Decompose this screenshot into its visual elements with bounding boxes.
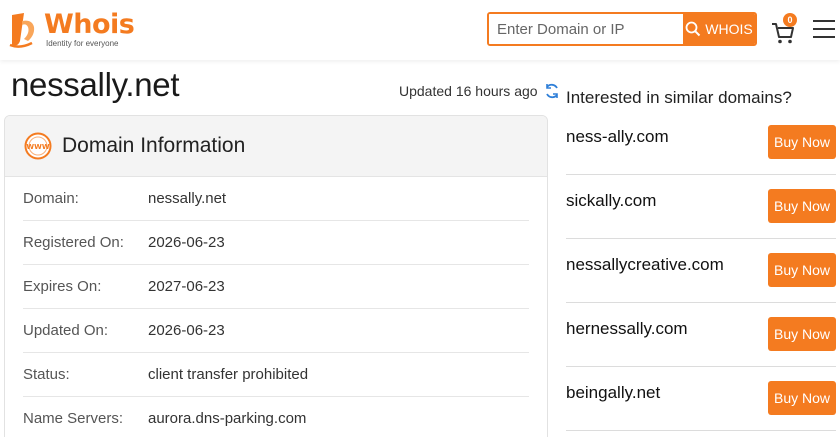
suggestion-domain[interactable]: sickally.com	[566, 191, 656, 211]
buy-now-button[interactable]: Buy Now	[768, 189, 836, 223]
logo-tagline: Identity for everyone	[46, 39, 119, 48]
suggestion-item: beingally.net Buy Now	[566, 367, 836, 431]
page-title: nessally.net	[11, 66, 180, 103]
cart-button[interactable]: 0	[770, 13, 800, 46]
search-bar: WHOIS	[487, 12, 757, 46]
suggestion-domain[interactable]: ness-ally.com	[566, 127, 669, 147]
suggestion-item: hernessally.com Buy Now	[566, 303, 836, 367]
info-label: Expires On:	[23, 278, 102, 295]
info-label: Name Servers:	[23, 410, 124, 427]
refresh-icon[interactable]	[544, 82, 560, 100]
updated-status: Updated 16 hours ago	[399, 82, 560, 100]
info-value: client transfer prohibited	[148, 366, 309, 383]
info-row-registered: Registered On: 2026-06-23	[23, 221, 529, 265]
suggestion-domain[interactable]: hernessally.com	[566, 319, 688, 339]
buy-now-button[interactable]: Buy Now	[768, 381, 836, 415]
suggestion-item: sickally.com Buy Now	[566, 175, 836, 239]
info-value: 2026-06-23	[148, 322, 225, 339]
domain-info-header: WWW Domain Information	[5, 116, 547, 177]
info-label: Status:	[23, 366, 70, 383]
info-row-updated: Updated On: 2026-06-23	[23, 309, 529, 353]
domain-info-card: WWW Domain Information Domain: nessally.…	[4, 115, 548, 437]
info-label: Domain:	[23, 190, 79, 207]
info-value: nessally.net	[148, 190, 227, 207]
hamburger-menu-icon[interactable]	[813, 20, 835, 40]
info-value: aurora.dns-parking.com	[148, 410, 307, 427]
suggestion-item: ness-ally.com Buy Now	[566, 111, 836, 175]
info-label: Updated On:	[23, 322, 109, 339]
info-value: 2027-06-23	[148, 278, 225, 295]
suggestion-domain[interactable]: beingally.net	[566, 383, 660, 403]
whois-search-button[interactable]: WHOIS	[683, 14, 755, 44]
whois-logo[interactable]: Whois Identity for everyone	[6, 10, 146, 52]
site-header: Whois Identity for everyone WHOIS 0	[0, 0, 840, 60]
search-button-label: WHOIS	[705, 21, 753, 37]
domain-info-title: Domain Information	[62, 134, 246, 157]
info-row-status: Status: client transfer prohibited	[23, 353, 529, 397]
info-row-name-servers: Name Servers: aurora.dns-parking.com	[23, 397, 529, 437]
domain-info-table: Domain: nessally.net Registered On: 2026…	[5, 177, 547, 437]
info-label: Registered On:	[23, 234, 124, 251]
cart-count-badge: 0	[783, 13, 797, 27]
svg-text:WWW: WWW	[26, 143, 49, 151]
similar-domains-heading: Interested in similar domains?	[566, 88, 792, 107]
buy-now-button[interactable]: Buy Now	[768, 317, 836, 351]
info-row-domain: Domain: nessally.net	[23, 177, 529, 221]
buy-now-button[interactable]: Buy Now	[768, 253, 836, 287]
search-input[interactable]	[489, 14, 683, 44]
updated-text: Updated 16 hours ago	[399, 83, 538, 99]
info-value: 2026-06-23	[148, 234, 225, 251]
search-icon	[685, 21, 701, 37]
suggestion-item: nessallycreative.com Buy Now	[566, 239, 836, 303]
www-globe-icon: WWW	[24, 132, 52, 160]
logo-text: Whois	[44, 9, 135, 40]
logo-mark-icon	[9, 13, 35, 48]
info-row-expires: Expires On: 2027-06-23	[23, 265, 529, 309]
buy-now-button[interactable]: Buy Now	[768, 125, 836, 159]
suggestion-domain[interactable]: nessallycreative.com	[566, 255, 724, 275]
